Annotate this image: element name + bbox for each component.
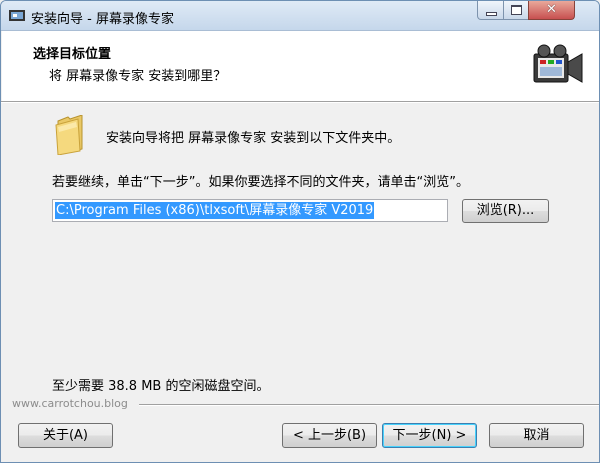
maximize-icon bbox=[511, 5, 522, 15]
page-subtitle: 将 屏幕录像专家 安装到哪里？ bbox=[49, 69, 227, 84]
title-bar[interactable]: 安装向导 - 屏幕录像专家 ✕ bbox=[1, 1, 599, 31]
about-button[interactable]: 关于(A) bbox=[18, 423, 113, 448]
footer-divider bbox=[139, 404, 599, 406]
watermark-text: www.carrotchou.blog bbox=[12, 397, 128, 410]
app-icon bbox=[9, 10, 25, 21]
video-camera-icon bbox=[533, 44, 583, 83]
installer-window: 安装向导 - 屏幕录像专家 ✕ 选择目标位置 将 屏幕录像专家 安装到哪里？ 安… bbox=[0, 0, 600, 463]
install-path-input[interactable]: C:\Program Files (x86)\tlxsoft\屏幕录像专家 V2… bbox=[52, 199, 448, 222]
back-button[interactable]: < 上一步(B) bbox=[282, 423, 377, 448]
header-divider-highlight bbox=[1, 102, 599, 103]
folder-icon bbox=[55, 115, 83, 155]
instruction-text: 若要继续，单击“下一步”。如果你要选择不同的文件夹，请单击“浏览”。 bbox=[52, 175, 469, 190]
cancel-button[interactable]: 取消 bbox=[489, 423, 584, 448]
next-button[interactable]: 下一步(N) > bbox=[382, 423, 477, 448]
minimize-button[interactable] bbox=[477, 1, 504, 20]
disk-space-text: 至少需要 38.8 MB 的空闲磁盘空间。 bbox=[52, 379, 270, 394]
page-title: 选择目标位置 bbox=[33, 47, 112, 62]
minimize-icon bbox=[486, 12, 497, 16]
wizard-header: 选择目标位置 将 屏幕录像专家 安装到哪里？ bbox=[2, 31, 599, 101]
intro-text: 安装向导将把 屏幕录像专家 安装到以下文件夹中。 bbox=[106, 131, 401, 146]
maximize-button[interactable] bbox=[503, 1, 529, 20]
browse-button[interactable]: 浏览(R)... bbox=[462, 199, 549, 223]
install-path-value: C:\Program Files (x86)\tlxsoft\屏幕录像专家 V2… bbox=[55, 202, 375, 219]
close-icon: ✕ bbox=[546, 2, 557, 17]
window-title: 安装向导 - 屏幕录像专家 bbox=[31, 12, 174, 27]
close-button[interactable]: ✕ bbox=[528, 1, 575, 20]
